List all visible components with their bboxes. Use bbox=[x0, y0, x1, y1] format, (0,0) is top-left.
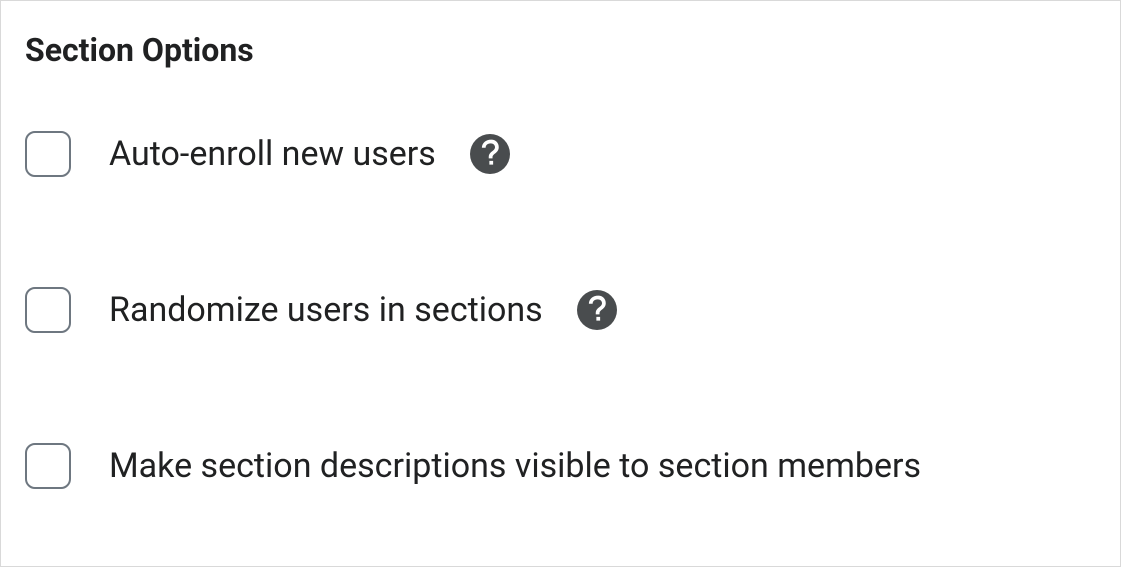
checkbox-auto-enroll[interactable] bbox=[25, 131, 71, 177]
option-label: Auto-enroll new users bbox=[109, 134, 436, 174]
option-label: Make section descriptions visible to sec… bbox=[109, 446, 921, 486]
panel-title: Section Options bbox=[25, 31, 1096, 69]
checkbox-randomize[interactable] bbox=[25, 287, 71, 333]
help-icon[interactable] bbox=[577, 290, 617, 330]
option-row-visible-descriptions: Make section descriptions visible to sec… bbox=[25, 443, 1096, 489]
section-options-panel: Section Options Auto-enroll new users Ra… bbox=[0, 0, 1121, 567]
checkbox-visible-descriptions[interactable] bbox=[25, 443, 71, 489]
help-icon[interactable] bbox=[470, 134, 510, 174]
option-row-auto-enroll: Auto-enroll new users bbox=[25, 131, 1096, 177]
option-label: Randomize users in sections bbox=[109, 290, 543, 330]
option-row-randomize: Randomize users in sections bbox=[25, 287, 1096, 333]
